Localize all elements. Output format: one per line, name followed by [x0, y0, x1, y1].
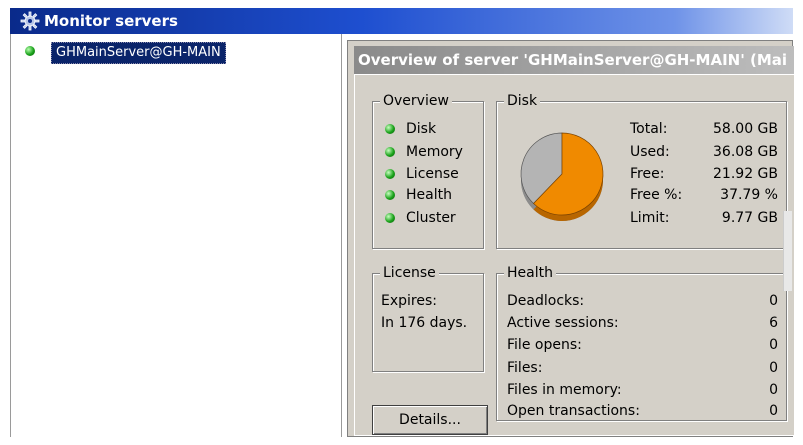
details-button[interactable]: Details...: [372, 405, 488, 435]
health-file-opens-label: File opens:: [507, 337, 582, 353]
health-open-transactions-value: 0: [769, 403, 778, 419]
panel-title: Overview of server 'GHMainServer@GH-MAIN…: [358, 51, 788, 69]
disk-usage-pie-chart: [520, 132, 604, 221]
overview-item-license: License: [406, 166, 459, 182]
disk-heading: Disk: [504, 93, 541, 109]
cluster-status-icon: [385, 213, 395, 223]
disk-free-label: Free:: [630, 166, 665, 182]
disk-status-icon: [385, 124, 395, 134]
status-online-icon: [25, 46, 35, 56]
health-files-in-memory-value: 0: [769, 382, 778, 398]
health-file-opens-value: 0: [769, 337, 778, 353]
window-title: Monitor servers: [44, 12, 178, 30]
overview-item-cluster: Cluster: [406, 210, 456, 226]
memory-status-icon: [385, 147, 395, 157]
health-deadlocks-value: 0: [769, 293, 778, 309]
health-active-sessions-label: Active sessions:: [507, 315, 619, 331]
disk-limit-label: Limit:: [630, 210, 670, 226]
overview-item-disk: Disk: [406, 121, 437, 137]
disk-free-percent-value: 37.79 %: [720, 187, 778, 203]
server-overview-panel: Overview of server 'GHMainServer@GH-MAIN…: [347, 40, 794, 437]
scrollbar[interactable]: [783, 211, 792, 291]
license-expires-label: Expires:: [381, 293, 437, 309]
health-files-label: Files:: [507, 360, 543, 376]
overview-item-health: Health: [406, 187, 452, 203]
disk-free-value: 21.92 GB: [713, 166, 778, 182]
overview-group: Overview Disk Memory License Health Clus…: [372, 93, 484, 249]
health-active-sessions-value: 6: [769, 315, 778, 331]
overview-item-memory: Memory: [406, 144, 463, 160]
health-heading: Health: [504, 265, 556, 281]
overview-heading: Overview: [380, 93, 452, 109]
health-files-in-memory-label: Files in memory:: [507, 382, 622, 398]
health-open-transactions-label: Open transactions:: [507, 403, 640, 419]
health-deadlocks-label: Deadlocks:: [507, 293, 585, 309]
disk-group: Disk Total: 58.00 GB Used: 36.08 GB Free…: [496, 93, 787, 249]
license-status-icon: [385, 169, 395, 179]
license-heading: License: [380, 265, 439, 281]
disk-total-value: 58.00 GB: [713, 121, 778, 137]
panel-title-bar: Overview of server 'GHMainServer@GH-MAIN…: [354, 46, 794, 74]
disk-used-value: 36.08 GB: [713, 144, 778, 160]
disk-total-label: Total:: [630, 121, 668, 137]
gear-icon: [20, 11, 40, 31]
disk-limit-value: 9.77 GB: [721, 210, 778, 226]
title-bar: Monitor servers: [10, 8, 793, 34]
disk-free-percent-label: Free %:: [630, 187, 683, 203]
health-status-icon: [385, 190, 395, 200]
disk-used-label: Used:: [630, 144, 670, 160]
license-group: License Expires: In 176 days.: [372, 265, 484, 372]
health-files-value: 0: [769, 360, 778, 376]
panel-body: Overview Disk Memory License Health Clus…: [354, 74, 794, 436]
tree-item-label[interactable]: GHMainServer@GH-MAIN: [51, 42, 226, 64]
health-group: Health Deadlocks: 0 Active sessions: 6 F…: [496, 265, 787, 421]
license-expires-value: In 176 days.: [381, 315, 468, 331]
server-tree[interactable]: GHMainServer@GH-MAIN: [10, 34, 342, 437]
